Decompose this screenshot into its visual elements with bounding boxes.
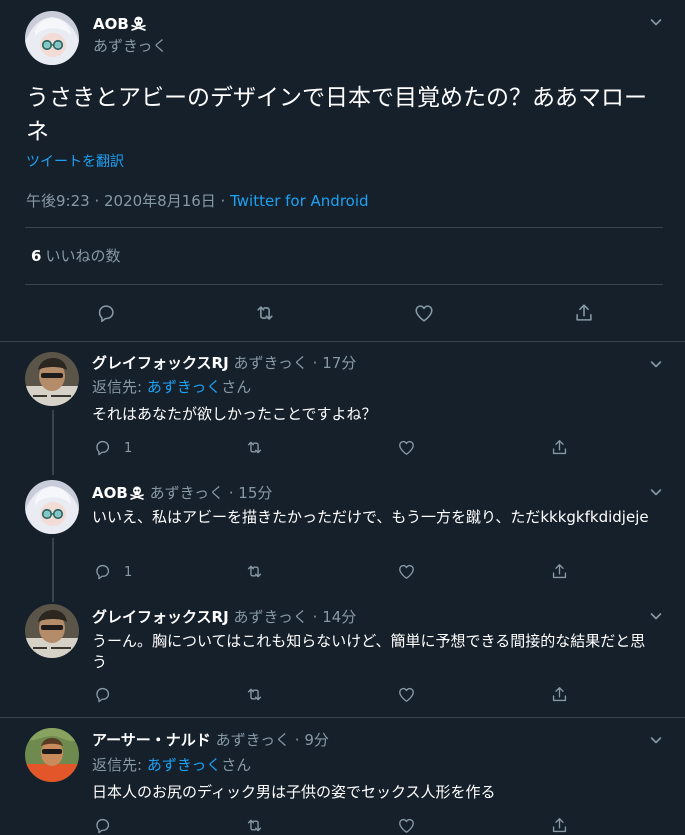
like-icon[interactable] <box>397 685 416 704</box>
replying-to-suffix: さん <box>221 756 252 774</box>
reply-header: AOB あずきっく · 15分 <box>92 483 272 503</box>
replying-to-prefix: 返信先: <box>92 378 147 396</box>
reply-count: 1 <box>124 565 133 580</box>
reply-author-name[interactable]: グレイフォックスRJ <box>92 354 229 372</box>
reply-author-name[interactable]: グレイフォックスRJ <box>92 608 229 626</box>
share-icon[interactable] <box>550 438 569 457</box>
reply-author-handle[interactable]: あずきっく <box>216 731 290 749</box>
reply-author-handle[interactable]: あずきっく <box>233 608 307 626</box>
main-tweet: AOB あずきっく うさきとアビーのデザインで日本で目覚めたの？ああマローネ ツ… <box>0 0 685 342</box>
replying-to: 返信先: あずきっくさん <box>92 755 251 775</box>
reply-text: それはあなたが欲しかったことですよね？ <box>92 405 377 423</box>
avatar-image <box>25 11 79 65</box>
avatar[interactable] <box>25 11 79 65</box>
avatar[interactable] <box>25 728 79 782</box>
reply-icon[interactable] <box>93 438 112 457</box>
avatar[interactable] <box>25 480 79 534</box>
reply-icon[interactable] <box>95 302 117 324</box>
tweet-meta: 午後9:23 · 2020年8月16日 · Twitter for Androi… <box>26 191 369 211</box>
reply-icon[interactable] <box>93 562 112 581</box>
chevron-down-icon[interactable] <box>648 356 664 372</box>
chevron-down-icon[interactable] <box>648 14 664 30</box>
replying-to-suffix: さん <box>221 378 252 396</box>
chevron-down-icon[interactable] <box>648 608 664 624</box>
retweet-icon[interactable] <box>245 685 264 704</box>
replying-to-handle[interactable]: あずきっく <box>147 756 221 774</box>
reply-text: うーん。胸についてはこれも知らないけど、簡単に予想できる間接的な結果だと思う <box>92 632 646 671</box>
reply-icon[interactable] <box>93 685 112 704</box>
replying-to-prefix: 返信先: <box>92 756 147 774</box>
author-name[interactable]: AOB <box>93 14 147 34</box>
thread-line <box>52 538 54 602</box>
translate-link[interactable]: ツイートを翻訳 <box>26 153 124 171</box>
avatar-image <box>25 728 79 782</box>
reply-author-name[interactable]: アーサー・ナルド <box>92 731 211 749</box>
retweet-icon[interactable] <box>254 302 276 324</box>
reply-time[interactable]: · 15分 <box>229 484 273 502</box>
like-icon[interactable] <box>413 302 435 324</box>
divider <box>25 284 663 285</box>
like-icon[interactable] <box>397 562 416 581</box>
author-name-text: AOB <box>93 15 129 33</box>
reply-tweet[interactable]: AOB あずきっく · 15分 いいえ、私はアビーを描きたかっただけで、もう一方… <box>0 472 685 602</box>
reply-tweet[interactable]: グレイフォックスRJ あずきっく · 17分 返信先: あずきっくさん それはあ… <box>0 342 685 475</box>
reply-time[interactable]: · 17分 <box>313 354 357 372</box>
chevron-down-icon[interactable] <box>648 484 664 500</box>
like-icon[interactable] <box>397 438 416 457</box>
reply-header: グレイフォックスRJ あずきっく · 17分 <box>92 353 356 373</box>
reply-text: 日本人のお尻のディック男は子供の姿でセックス人形を作る <box>92 783 496 801</box>
skull-crossbones-icon <box>130 14 147 31</box>
like-icon[interactable] <box>397 816 416 835</box>
tweet-text: うさきとアビーのデザインで日本で目覚めたの？ああマローネ <box>26 85 647 145</box>
retweet-icon[interactable] <box>245 438 264 457</box>
replying-to: 返信先: あずきっくさん <box>92 377 251 397</box>
share-icon[interactable] <box>550 562 569 581</box>
share-icon[interactable] <box>573 302 595 324</box>
chevron-down-icon[interactable] <box>648 732 664 748</box>
skull-crossbones-icon <box>129 484 145 500</box>
likes-stat[interactable]: 6 いいねの数 <box>31 246 120 266</box>
reply-header: グレイフォックスRJ あずきっく · 14分 <box>92 607 356 627</box>
thread-line <box>52 410 54 475</box>
share-icon[interactable] <box>550 816 569 835</box>
reply-icon[interactable] <box>93 816 112 835</box>
likes-label: いいねの数 <box>45 247 121 265</box>
reply-header: アーサー・ナルド あずきっく · 9分 <box>92 730 329 750</box>
author-handle[interactable]: あずきっく <box>93 36 167 56</box>
avatar[interactable] <box>25 352 79 406</box>
likes-count: 6 <box>31 247 42 265</box>
reply-tweet[interactable]: グレイフォックスRJ あずきっく · 14分 うーん。胸についてはこれも知らない… <box>0 598 685 717</box>
reply-author-handle[interactable]: あずきっく <box>233 354 307 372</box>
retweet-icon[interactable] <box>245 816 264 835</box>
avatar-image <box>25 352 79 406</box>
reply-time[interactable]: · 9分 <box>295 731 329 749</box>
avatar-image <box>25 604 79 658</box>
retweet-icon[interactable] <box>245 562 264 581</box>
replying-to-handle[interactable]: あずきっく <box>147 378 221 396</box>
avatar[interactable] <box>25 604 79 658</box>
share-icon[interactable] <box>550 685 569 704</box>
avatar-image <box>25 480 79 534</box>
tweet-source[interactable]: Twitter for Android <box>230 192 368 210</box>
reply-count: 1 <box>124 441 133 456</box>
reply-text: いいえ、私はアビーを描きたかっただけで、もう一方を蹴り、ただkkkgkfkdid… <box>92 508 649 526</box>
reply-author-name[interactable]: AOB <box>92 484 128 502</box>
reply-author-handle[interactable]: あずきっく <box>150 484 224 502</box>
divider <box>25 227 663 228</box>
tweet-timestamp[interactable]: 午後9:23 · 2020年8月16日 · <box>26 192 230 210</box>
reply-time[interactable]: · 14分 <box>313 608 357 626</box>
reply-tweet[interactable]: アーサー・ナルド あずきっく · 9分 返信先: あずきっくさん 日本人のお尻の… <box>0 718 685 830</box>
